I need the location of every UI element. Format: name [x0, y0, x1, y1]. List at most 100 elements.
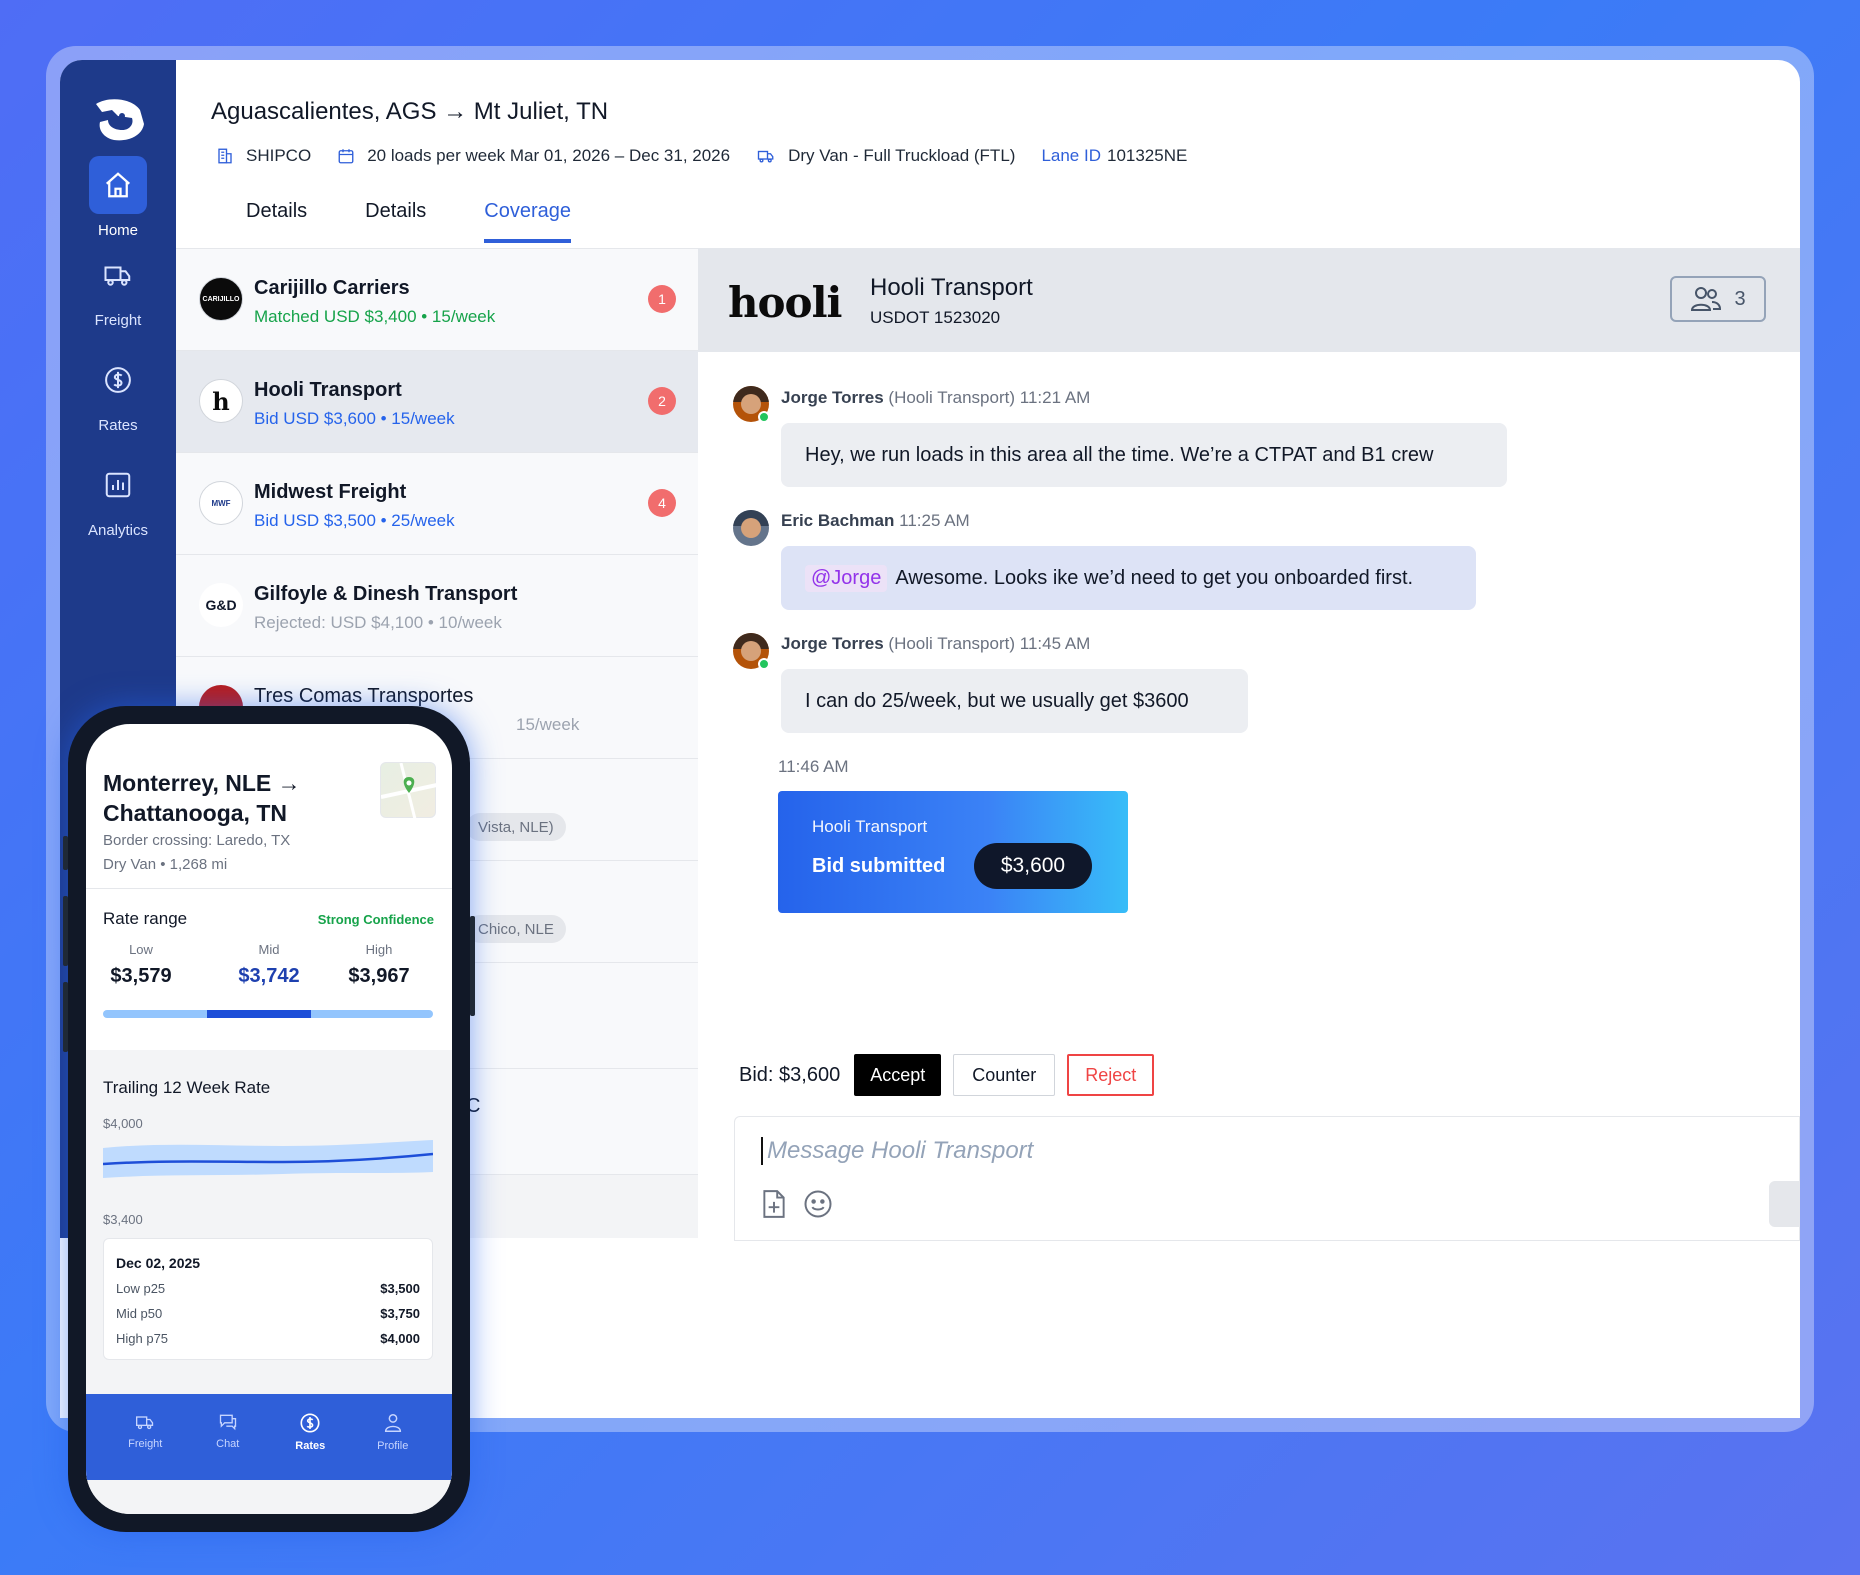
message-bubble: I can do 25/week, but we usually get $36… — [781, 669, 1248, 733]
lane-tabs: Details Details Coverage — [246, 190, 629, 243]
carrier-status: Bid USD $3,600 • 15/week — [254, 409, 455, 428]
mention-tag[interactable]: @Jorge — [805, 564, 888, 592]
lane-id-meta: Lane ID 101325NE — [1041, 146, 1187, 166]
sidebar-item-label: Analytics — [87, 522, 149, 539]
carrier-name: Gilfoyle & Dinesh Transport — [254, 583, 518, 605]
message-author: Jorge Torres — [781, 634, 884, 653]
carrier-row[interactable]: G&D Gilfoyle & Dinesh Transport Rejected… — [176, 555, 698, 657]
equipment-distance: Dry Van • 1,268 mi — [103, 856, 228, 873]
lane-title: Aguascalientes, AGS → Mt Juliet, TN — [211, 98, 609, 125]
composer-tools — [761, 1189, 833, 1219]
calendar-icon — [338, 149, 354, 164]
schedule-meta: 20 loads per week Mar 01, 2026 – Dec 31,… — [337, 146, 730, 166]
sidebar-item-analytics[interactable]: Analytics — [60, 456, 176, 539]
usdot-number: USDOT 1523020 — [870, 308, 1001, 327]
carrier-row-selected[interactable]: h Hooli Transport Bid USD $3,600 • 15/we… — [176, 351, 698, 453]
carrier-row[interactable]: CARIJILLO Carijillo Carriers Matched USD… — [176, 249, 698, 351]
mobile-route: Monterrey, NLE → Chattanooga, TN — [103, 770, 301, 826]
message-meta: Jorge Torres (Hooli Transport) 11:45 AM — [781, 634, 1090, 654]
chat-carrier-name: Hooli Transport — [870, 274, 1033, 301]
rate-low: Low $3,579 — [96, 942, 186, 988]
carrier-avatar: MWF — [199, 481, 243, 525]
mobile-tab-profile[interactable]: Profile — [358, 1394, 428, 1480]
sidebar-item-label: Rates — [98, 417, 138, 434]
bid-actions: Bid: $3,600 Accept Counter Reject — [739, 1054, 1155, 1096]
message-composer[interactable]: Message Hooli Transport — [734, 1116, 1800, 1241]
carrier-avatar: h — [199, 379, 243, 423]
carrier-avatar: CARIJILLO — [199, 277, 243, 321]
message-bubble: @Jorge Awesome. Looks ike we’d need to g… — [781, 546, 1476, 610]
truck-icon — [136, 1416, 154, 1430]
message-org: (Hooli Transport) — [888, 634, 1016, 653]
bid-card: Hooli Transport Bid submitted $3,600 — [778, 791, 1128, 913]
map-thumbnail[interactable] — [380, 762, 438, 820]
rate-high: High $3,967 — [334, 942, 424, 988]
confidence-badge: Strong Confidence — [317, 912, 434, 927]
lane-id-label: Lane ID — [1041, 146, 1101, 165]
location-chip: Vista, NLE) — [466, 813, 566, 841]
accept-button[interactable]: Accept — [854, 1054, 942, 1096]
shipper-name: SHIPCO — [246, 146, 312, 165]
mobile-tab-bar: Freight Chat Rates Profile — [86, 1394, 452, 1480]
dollar-icon — [89, 351, 147, 409]
mobile-tab-chat[interactable]: Chat — [193, 1394, 263, 1480]
chat-header: hooli Hooli Transport USDOT 1523020 3 — [698, 248, 1800, 352]
unread-badge: 2 — [648, 387, 676, 415]
user-icon — [384, 1414, 401, 1432]
counter-button[interactable]: Counter — [953, 1054, 1056, 1096]
members-button[interactable]: 3 — [1670, 276, 1766, 322]
bid-time: 11:46 AM — [778, 757, 849, 776]
attach-file-icon[interactable] — [761, 1189, 787, 1219]
carrier-name: Midwest Freight — [254, 481, 407, 503]
border-crossing: Border crossing: Laredo, TX — [103, 832, 291, 849]
mobile-tab-freight[interactable]: Freight — [110, 1394, 180, 1480]
rate-mid-value: $3,742 — [238, 965, 300, 987]
carrier-status: 15/week — [516, 715, 580, 734]
sidebar-item-label: Home — [97, 222, 138, 239]
carrier-status: Rejected: USD $4,100 • 10/week — [254, 613, 502, 632]
lane-id: 101325NE — [1106, 146, 1188, 165]
mobile-phone: Monterrey, NLE → Chattanooga, TN Border … — [63, 706, 475, 1532]
shipper-meta: SHIPCO — [216, 146, 311, 166]
tab-details-2[interactable]: Details — [365, 190, 426, 243]
online-indicator — [758, 658, 770, 670]
tooltip-date: Dec 02, 2025 — [116, 1255, 201, 1271]
users-icon — [1691, 287, 1722, 311]
rate-range-title: Rate range — [103, 909, 188, 928]
avatar — [733, 510, 769, 546]
sidebar-item-home[interactable]: Home — [60, 156, 176, 239]
carrier-row[interactable]: MWF Midwest Freight Bid USD $3,500 • 25/… — [176, 453, 698, 555]
sidebar-item-freight[interactable]: Freight — [60, 246, 176, 329]
location-chip: Chico, NLE — [466, 915, 566, 943]
message-input[interactable]: Message Hooli Transport — [761, 1137, 1033, 1165]
rate-range-bar — [103, 1010, 433, 1018]
chat-icon — [219, 1414, 236, 1431]
send-button[interactable] — [1769, 1181, 1799, 1227]
message-bubble: Hey, we run loads in this area all the t… — [781, 423, 1507, 487]
lane-meta: SHIPCO 20 loads per week Mar 01, 2026 – … — [216, 146, 1213, 166]
message-author: Jorge Torres — [781, 388, 884, 407]
message-time: 11:45 AM — [1019, 634, 1091, 653]
rate-mid-label: Mid — [258, 942, 280, 957]
reject-button[interactable]: Reject — [1067, 1054, 1155, 1096]
rate-mid: Mid $3,742 — [224, 942, 314, 988]
emoji-icon[interactable] — [803, 1189, 833, 1219]
message-author: Eric Bachman — [781, 511, 895, 530]
tooltip-row: High p75 $4,000 — [116, 1331, 420, 1346]
tab-coverage[interactable]: Coverage — [484, 190, 571, 243]
tab-details[interactable]: Details — [246, 190, 307, 243]
carrier-status: Matched USD $3,400 • 15/week — [254, 307, 496, 326]
bid-status: Bid submitted — [812, 855, 946, 877]
carrier-status: Bid USD $3,500 • 25/week — [254, 511, 455, 530]
sidebar-item-rates[interactable]: Rates — [60, 351, 176, 434]
lane-equipment: Dry Van - Full Truckload (FTL) — [788, 146, 1016, 165]
tooltip-row: Low p25 $3,500 — [116, 1281, 420, 1296]
rate-range-mid-segment — [206, 1010, 311, 1018]
message-time: 11:21 AM — [1019, 388, 1091, 407]
equipment-meta: Dry Van - Full Truckload (FTL) — [756, 146, 1015, 166]
rate-high-value: $3,967 — [348, 965, 410, 987]
rate-tooltip: Dec 02, 2025 Low p25 $3,500 Mid p50 $3,750… — [103, 1238, 433, 1360]
mobile-tab-rates[interactable]: Rates — [275, 1394, 345, 1480]
rate-low-value: $3,579 — [110, 965, 172, 987]
y-tick-top: $4,000 — [103, 1116, 143, 1131]
